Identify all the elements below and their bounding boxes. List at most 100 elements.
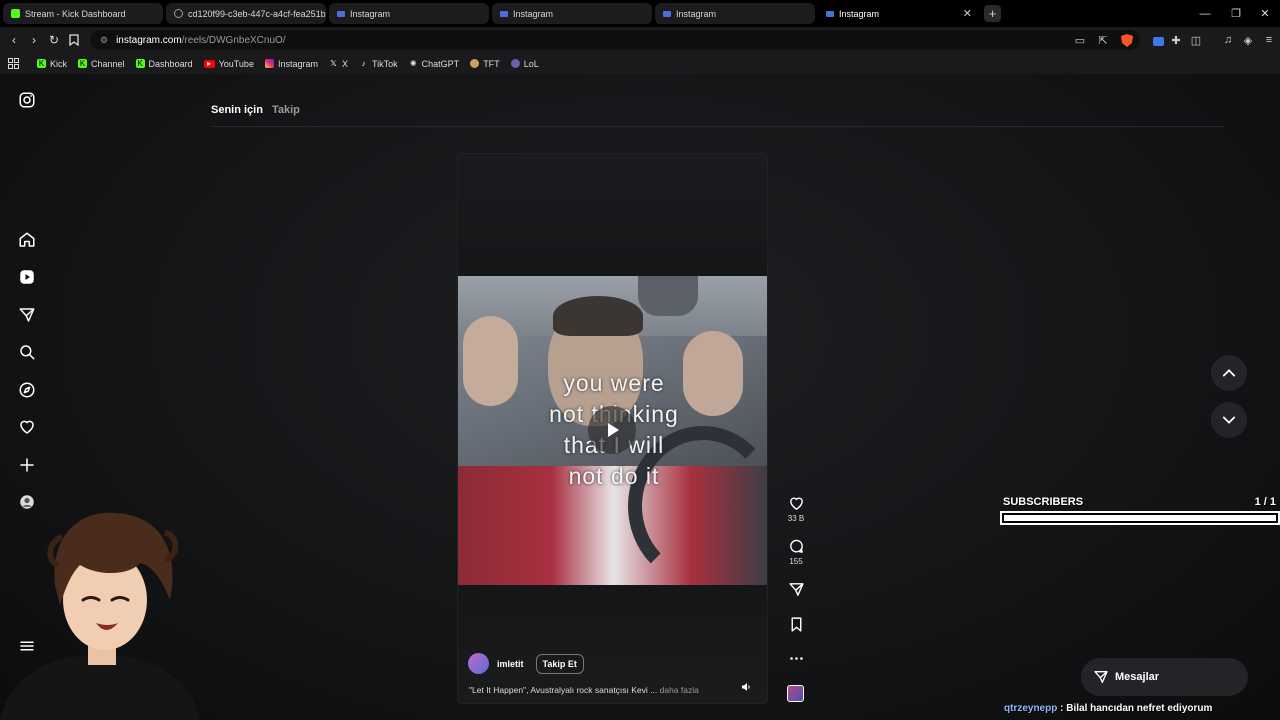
minimize-icon[interactable]: — [1190,0,1220,27]
overlay-line: you were [563,370,665,396]
site-info-icon[interactable]: ⚙ [100,35,108,46]
heart-icon [789,497,803,510]
previous-reel-button[interactable] [1211,355,1247,391]
tab-instagram-2[interactable]: Instagram [492,3,652,24]
save-button[interactable] [784,616,808,633]
kick-icon: K [135,59,145,68]
audio-thumbnail[interactable] [787,685,804,702]
forward-icon[interactable]: › [26,32,42,48]
tab-instagram-1[interactable]: Instagram [329,3,489,24]
next-reel-button[interactable] [1211,402,1247,438]
like-button[interactable]: 33 B [784,495,808,523]
window-icon [337,10,345,17]
home-icon[interactable] [17,230,37,250]
bookmark-label: Kick [50,58,68,69]
reel-description: "Let It Happen", Avustralyalı rock sanat… [469,685,699,695]
comment-button[interactable]: 155 [784,538,808,566]
window-icon [826,10,834,17]
bookmark-dashboard[interactable]: K Dashboard [135,58,193,69]
create-plus-icon[interactable] [17,455,37,475]
bookmark-label: LoL [523,58,539,69]
bookmark-tiktok[interactable]: ♪ TikTok [359,59,398,69]
bookmark-channel[interactable]: K Channel [78,59,125,69]
tab-for-you[interactable]: Senin için [211,104,263,116]
new-tab-button[interactable]: + [984,5,1001,22]
close-window-icon[interactable]: ✕ [1250,0,1280,27]
send-icon [1094,671,1108,683]
share-icon[interactable]: ⇱ [1095,32,1111,48]
tiktok-icon: ♪ [361,59,366,68]
messages-button[interactable]: Mesajlar [1081,658,1248,696]
back-icon[interactable]: ‹ [6,32,22,48]
tab-following[interactable]: Takip [272,104,300,116]
tab-kick-dashboard[interactable]: Stream - Kick Dashboard [3,3,163,24]
youtube-icon: ▸ [203,59,215,68]
messages-label: Mesajlar [1115,671,1160,683]
bookmark-tft[interactable]: TFT [470,59,500,69]
tab-uuid-page[interactable]: cd120f99-c3eb-447c-a4cf-fea251b1f [166,3,326,24]
chevron-down-icon [1222,416,1236,424]
search-icon[interactable] [17,342,37,362]
reel-player[interactable]: you were not thinking that I will not do… [457,153,768,704]
play-button[interactable] [588,406,636,454]
instagram-icon [264,59,274,68]
left-hand [463,316,518,406]
reel-top-area [458,154,767,276]
close-tab-icon[interactable]: ✕ [963,7,972,20]
brave-shield-icon[interactable] [1119,32,1135,48]
tab-instagram-active[interactable]: Instagram ✕ [818,3,978,24]
media-icon[interactable]: ♫ [1220,32,1236,48]
volume-icon[interactable] [741,682,751,694]
bookmark-x[interactable]: 𝕏X [329,59,348,69]
reel-video[interactable]: you were not thinking that I will not do… [458,276,767,585]
share-button[interactable] [784,581,808,598]
kick-icon [11,9,20,18]
more-options-button[interactable] [784,650,808,667]
bookmark-youtube[interactable]: ▸ YouTube [203,59,254,69]
reels-icon[interactable] [17,267,37,287]
more-link[interactable]: daha fazla [660,685,699,695]
bookmark-save-icon [791,617,801,632]
tab-instagram-3[interactable]: Instagram [655,3,815,24]
bookmark-label: Dashboard [148,58,193,69]
explore-icon[interactable] [17,380,37,400]
reload-icon[interactable]: ↻ [46,32,62,48]
menu-icon[interactable]: ≡ [1261,32,1277,48]
address-bar[interactable]: ⚙ instagram.com/reels/DWGnbeXCnuO/ [90,30,1140,50]
cast-icon[interactable]: ▭ [1072,32,1088,48]
tab-label: Instagram [350,8,391,19]
kick-icon: K [37,59,46,68]
chevron-up-icon [1222,369,1236,377]
author-avatar[interactable] [468,653,489,674]
url-path: /reels/DWGnbeXCnuO/ [181,34,286,46]
chat-message: qtrzeynepp : Bilal hancıdan nefret ediyo… [1004,703,1212,714]
follow-button[interactable]: Takip Et [535,653,584,674]
extension-badge-icon[interactable] [1150,32,1166,48]
tab-label: Instagram [513,8,554,19]
comment-count: 155 [789,557,803,566]
bookmark-icon[interactable] [66,32,82,48]
author-name[interactable]: imletit [497,659,524,669]
toolbar: ‹ › ↻ ⚙ instagram.com/reels/DWGnbeXCnuO/… [0,27,1280,53]
tft-icon [470,59,480,68]
notifications-heart-icon[interactable] [17,417,37,437]
bookmark-label: X [341,58,348,69]
bookmark-label: Channel [91,58,125,69]
subscribers-label: SUBSCRIBERS [1003,496,1084,508]
play-icon [608,423,619,437]
apps-icon[interactable] [8,58,19,69]
bookmark-instagram[interactable]: Instagram [264,59,318,69]
bookmark-lol[interactable]: LoL [510,58,539,69]
bookmark-chatgpt[interactable]: ✺ ChatGPT [409,59,459,69]
sidebar-toggle-icon[interactable]: ◫ [1188,32,1204,48]
direct-messages-icon[interactable] [17,305,37,325]
overlay-line: not do it [568,463,660,489]
bookmark-kick[interactable]: K Kick [37,59,67,69]
globe-icon [174,9,183,18]
instagram-logo-icon[interactable] [17,90,37,110]
sun-visor [638,276,698,316]
extensions-icon[interactable]: ✚ [1168,32,1184,48]
vpn-icon[interactable]: ◈ [1240,32,1256,48]
tab-strip: Stream - Kick Dashboard cd120f99-c3eb-44… [0,0,1280,27]
restore-icon[interactable]: ❐ [1221,0,1251,27]
